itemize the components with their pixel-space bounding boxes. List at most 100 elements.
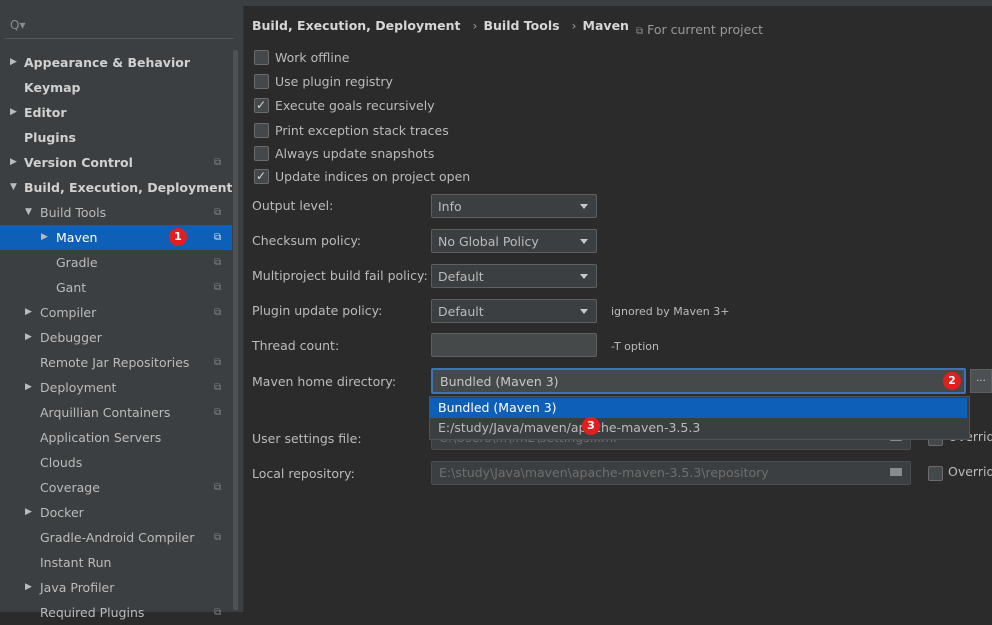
project-scope-icon: ⧉: [214, 482, 222, 493]
multiproject-fail-select[interactable]: Default: [431, 264, 597, 288]
annotation-badge-2: 2: [943, 372, 961, 390]
sidebar-item-instant-run[interactable]: Instant Run: [0, 550, 232, 575]
sidebar-item-clouds[interactable]: Clouds: [0, 450, 232, 475]
sidebar-item-version-control[interactable]: ▶ Version Control ⧉: [0, 150, 232, 175]
sidebar-item-label: Instant Run: [40, 555, 112, 570]
sidebar-item-label: Maven: [56, 230, 98, 245]
sidebar-item-build-tools[interactable]: ▼ Build Tools ⧉: [0, 200, 232, 225]
maven-home-combobox[interactable]: Bundled (Maven 3): [431, 368, 966, 394]
project-scope-icon: ⧉: [214, 207, 222, 218]
sidebar-item-build-execution-deployment[interactable]: ▼ Build, Execution, Deployment: [0, 175, 232, 200]
checkbox-box[interactable]: [928, 466, 943, 481]
project-scope-icon: ⧉: [214, 282, 222, 293]
chevron-down-icon: [580, 239, 588, 244]
sidebar-item-gradle-android-compiler[interactable]: Gradle-Android Compiler ⧉: [0, 525, 232, 550]
maven-home-label: Maven home directory:: [252, 374, 397, 389]
dropdown-option-local-maven[interactable]: E:/study/Java/maven/apache-maven-3.5.3: [430, 418, 967, 438]
local-repository-value: E:\study\Java\maven\apache-maven-3.5.3\r…: [439, 465, 769, 480]
sidebar-item-maven[interactable]: ▶ Maven ⧉: [0, 225, 232, 250]
sidebar-item-coverage[interactable]: Coverage ⧉: [0, 475, 232, 500]
project-scope-icon: ⧉: [214, 532, 222, 543]
project-scope-icon: ⧉: [214, 157, 222, 168]
expand-arrow-icon[interactable]: ▶: [25, 300, 32, 325]
local-repository-input[interactable]: E:\study\Java\maven\apache-maven-3.5.3\r…: [431, 461, 911, 485]
project-scope-icon: ⧉: [214, 382, 222, 393]
sidebar-item-deployment[interactable]: ▶ Deployment ⧉: [0, 375, 232, 400]
annotation-badge-1: 1: [169, 228, 187, 246]
project-scope-icon: ⧉: [214, 257, 222, 268]
sidebar-item-label: Keymap: [24, 80, 81, 95]
scope-note-label: For current project: [647, 22, 764, 37]
sidebar-item-label: Coverage: [40, 480, 100, 495]
expand-arrow-icon[interactable]: ▶: [10, 150, 17, 175]
sidebar-item-label: Deployment: [40, 380, 117, 395]
sidebar-item-label: Required Plugins: [40, 605, 145, 620]
checkbox-box[interactable]: [254, 95, 269, 115]
checkbox-box[interactable]: [254, 123, 269, 138]
select-value: Default: [438, 269, 484, 284]
user-settings-label: User settings file:: [252, 431, 362, 446]
chevron-down-icon: [580, 204, 588, 209]
breadcrumb-separator: ›: [472, 18, 478, 33]
sidebar-item-label: Remote Jar Repositories: [40, 355, 190, 370]
local-repository-label: Local repository:: [252, 466, 355, 481]
sidebar-item-compiler[interactable]: ▶ Compiler ⧉: [0, 300, 232, 325]
sidebar-item-plugins[interactable]: Plugins: [0, 125, 232, 150]
expand-arrow-icon[interactable]: ▶: [25, 575, 32, 600]
sidebar-item-label: Plugins: [24, 130, 76, 145]
search-field[interactable]: Q▾: [4, 16, 234, 39]
project-scope-icon: ⧉: [214, 232, 222, 243]
checksum-policy-select[interactable]: No Global Policy: [431, 229, 597, 253]
expand-arrow-open-icon[interactable]: ▼: [25, 200, 32, 225]
expand-arrow-icon[interactable]: ▶: [10, 100, 17, 125]
project-scope-icon: ⧉: [214, 357, 222, 368]
expand-arrow-icon[interactable]: ▶: [25, 325, 32, 350]
scope-note: ⧉ For current project: [636, 22, 763, 37]
sidebar-item-keymap[interactable]: Keymap: [0, 75, 232, 100]
search-icon: Q▾: [10, 18, 26, 32]
sidebar-scrollbar-thumb[interactable]: [233, 50, 238, 610]
sidebar-item-editor[interactable]: ▶ Editor: [0, 100, 232, 125]
checkbox-box[interactable]: [254, 166, 269, 186]
plugin-update-select[interactable]: Default: [431, 299, 597, 323]
sidebar-item-label: Appearance & Behavior: [24, 55, 190, 70]
checkbox-box[interactable]: [254, 146, 269, 161]
sidebar-item-gant[interactable]: Gant ⧉: [0, 275, 232, 300]
browse-button[interactable]: ...: [970, 369, 992, 393]
output-level-select[interactable]: Info: [431, 194, 597, 218]
annotation-badge-3: 3: [582, 417, 600, 435]
sidebar-item-debugger[interactable]: ▶ Debugger: [0, 325, 232, 350]
breadcrumb-item: Build Tools: [483, 18, 560, 33]
expand-arrow-icon[interactable]: ▶: [25, 500, 32, 525]
sidebar-item-remote-jar-repositories[interactable]: Remote Jar Repositories ⧉: [0, 350, 232, 375]
checkbox-box[interactable]: [254, 50, 269, 65]
sidebar-item-label: Application Servers: [40, 430, 162, 445]
checkbox-box[interactable]: [254, 74, 269, 89]
thread-count-label: Thread count:: [252, 338, 340, 353]
sidebar-item-application-servers[interactable]: Application Servers: [0, 425, 232, 450]
maven-home-dropdown-list: Bundled (Maven 3) E:/study/Java/maven/ap…: [429, 396, 970, 440]
chevron-down-icon: [580, 274, 588, 279]
sidebar-item-java-profiler[interactable]: ▶ Java Profiler: [0, 575, 232, 600]
sidebar-item-label: Java Profiler: [40, 580, 115, 595]
sidebar-item-docker[interactable]: ▶ Docker: [0, 500, 232, 525]
expand-arrow-icon[interactable]: ▶: [10, 50, 17, 75]
sidebar-item-appearance-behavior[interactable]: ▶ Appearance & Behavior: [0, 50, 232, 75]
override-label: Override: [948, 464, 992, 479]
folder-icon[interactable]: [890, 468, 902, 476]
sidebar-item-gradle[interactable]: Gradle ⧉: [0, 250, 232, 275]
sidebar-item-label: Editor: [24, 105, 67, 120]
project-scope-icon: ⧉: [214, 607, 222, 618]
thread-count-input[interactable]: [431, 333, 597, 357]
checkbox-label: Execute goals recursively: [275, 98, 435, 113]
sidebar-item-arquillian-containers[interactable]: Arquillian Containers ⧉: [0, 400, 232, 425]
checkbox-label: Print exception stack traces: [275, 123, 449, 138]
sidebar-item-required-plugins[interactable]: Required Plugins ⧉: [0, 600, 232, 625]
expand-arrow-icon[interactable]: ▶: [25, 375, 32, 400]
project-scope-icon: ⧉: [214, 307, 222, 318]
expand-arrow-icon[interactable]: ▶: [41, 225, 48, 250]
dropdown-option-bundled[interactable]: Bundled (Maven 3): [430, 398, 967, 418]
sidebar-item-label: Clouds: [40, 455, 83, 470]
expand-arrow-open-icon[interactable]: ▼: [10, 175, 17, 200]
select-value: No Global Policy: [438, 234, 539, 249]
